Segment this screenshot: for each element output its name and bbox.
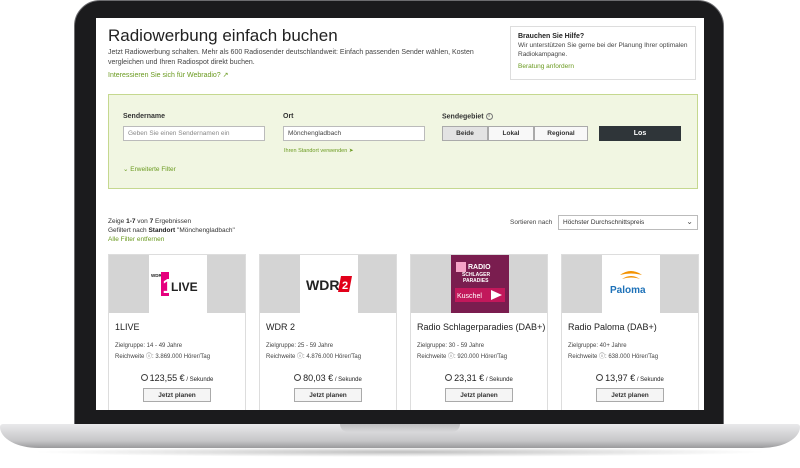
1live-logo-graphic: WDR 1 LIVE (151, 272, 198, 298)
station-card[interactable]: WDR 2 WDR 2 Zielgruppe: 25 - 59 Jahre Re… (259, 254, 397, 410)
search-filter-panel: Sendername Ort Ihren Standort verwenden … (108, 94, 698, 189)
laptop-notch (340, 424, 460, 432)
station-price: 23,31 € / Sekunde (411, 373, 547, 383)
use-location-link[interactable]: Ihren Standort verwenden ➤ (284, 148, 353, 154)
svg-text:PARADIES: PARADIES (463, 278, 489, 284)
help-text: Wir unterstützen Sie gerne bei der Planu… (518, 42, 688, 58)
svg-text:LIVE: LIVE (171, 280, 198, 294)
gebiet-option-regional[interactable]: Regional (534, 126, 588, 141)
sender-input[interactable] (123, 126, 265, 141)
wdr2-logo: WDR 2 (300, 255, 358, 313)
clock-icon (596, 374, 604, 381)
help-box: Brauchen Sie Hilfe? Wir unterstützen Sie… (510, 26, 696, 80)
station-image: WDR 1 LIVE (109, 255, 245, 313)
plan-button[interactable]: Jetzt planen (445, 388, 513, 402)
results-count: Zeige 1-7 von 7 Ergebnissen (108, 218, 192, 225)
svg-text:WDR: WDR (151, 273, 162, 278)
1live-logo: WDR 1 LIVE (149, 255, 207, 313)
location-arrow-icon: ➤ (348, 148, 354, 154)
plan-button[interactable]: Jetzt planen (294, 388, 362, 402)
clock-icon (140, 374, 148, 381)
sort-select[interactable]: Höchster Durchschnittspreis ⌄ (558, 215, 698, 230)
gebiet-toggle: Beide Lokal Regional (442, 126, 588, 141)
intro-text: Jetzt Radiowerbung schalten. Mehr als 60… (108, 49, 474, 66)
page-title: Radiowerbung einfach buchen (108, 26, 338, 45)
webradio-link[interactable]: Interessieren Sie sich für Webradio? ↗ (108, 71, 229, 79)
station-name: 1LIVE (115, 322, 140, 332)
sender-label: Sendername (123, 113, 166, 120)
gebiet-label: Sendegebiet i (442, 113, 493, 120)
station-meta: Zielgruppe: 30 - 59 Jahre Reichweite ⓘ: … (417, 343, 508, 360)
gebiet-option-beide[interactable]: Beide (442, 126, 488, 141)
station-meta: Zielgruppe: 14 - 49 Jahre Reichweite ⓘ: … (115, 343, 211, 360)
results-summary: Zeige 1-7 von 7 Ergebnissen Gefiltert na… (108, 217, 235, 244)
ort-label: Ort (283, 113, 294, 120)
remove-filters-link[interactable]: Alle Filter entfernen (108, 236, 164, 243)
station-image: WDR 2 (260, 255, 396, 313)
station-meta: Zielgruppe: 25 - 59 Jahre Reichweite ⓘ: … (266, 343, 362, 360)
wdr2-logo-graphic: WDR 2 (306, 276, 352, 293)
svg-text:2: 2 (342, 280, 348, 292)
clock-icon (294, 374, 302, 381)
advanced-filter-toggle[interactable]: ⌄ Erweiterte Filter (123, 165, 176, 173)
chevron-down-icon: ⌄ (123, 166, 129, 173)
station-name: Radio Paloma (DAB+) (568, 322, 657, 332)
ort-input[interactable] (283, 126, 425, 141)
sort-label: Sortieren nach (510, 219, 553, 226)
svg-text:Kuschel: Kuschel (457, 293, 482, 300)
station-price: 123,55 € / Sekunde (109, 373, 245, 383)
svg-text:RADIO: RADIO (468, 264, 491, 271)
clock-icon (445, 374, 453, 381)
station-name: Radio Schlagerparadies (DAB+) (417, 322, 546, 332)
submit-button[interactable]: Los (599, 126, 681, 141)
station-name: WDR 2 (266, 322, 295, 332)
paloma-logo-graphic: Paloma (610, 271, 646, 296)
gebiet-option-lokal[interactable]: Lokal (488, 126, 534, 141)
external-link-icon: ↗ (222, 72, 229, 79)
station-card[interactable]: RADIO SCHLAGER PARADIES Kuschel Radio Sc… (410, 254, 548, 410)
schlagerparadies-logo: RADIO SCHLAGER PARADIES Kuschel (451, 255, 509, 313)
svg-text:Paloma: Paloma (610, 285, 646, 296)
station-card[interactable]: Paloma Radio Paloma (DAB+) Zielgruppe: 4… (561, 254, 699, 410)
plan-button[interactable]: Jetzt planen (596, 388, 664, 402)
schlagerparadies-logo-graphic: RADIO SCHLAGER PARADIES Kuschel (455, 262, 505, 302)
station-image: RADIO SCHLAGER PARADIES Kuschel (411, 255, 547, 313)
info-icon[interactable]: i (485, 113, 493, 120)
paloma-logo: Paloma (602, 255, 660, 313)
station-meta: Zielgruppe: 40+ Jahre Reichweite ⓘ: 638.… (568, 343, 659, 360)
browser-screen: Radiowerbung einfach buchen Jetzt Radiow… (96, 18, 704, 410)
station-image: Paloma (562, 255, 698, 313)
svg-text:WDR: WDR (306, 277, 339, 293)
plan-button[interactable]: Jetzt planen (143, 388, 211, 402)
consultation-link[interactable]: Beratung anfordern (518, 63, 688, 70)
help-title: Brauchen Sie Hilfe? (518, 33, 585, 40)
station-card[interactable]: WDR 1 LIVE 1LIVE Zielgruppe: 14 - 49 Jah… (108, 254, 246, 410)
station-price: 13,97 € / Sekunde (562, 373, 698, 383)
chevron-down-icon: ⌄ (686, 217, 693, 226)
results-filter: Gefiltert nach Standort "Mönchengladbach… (108, 227, 235, 234)
laptop-shadow (30, 447, 770, 457)
station-price: 80,03 € / Sekunde (260, 373, 396, 383)
